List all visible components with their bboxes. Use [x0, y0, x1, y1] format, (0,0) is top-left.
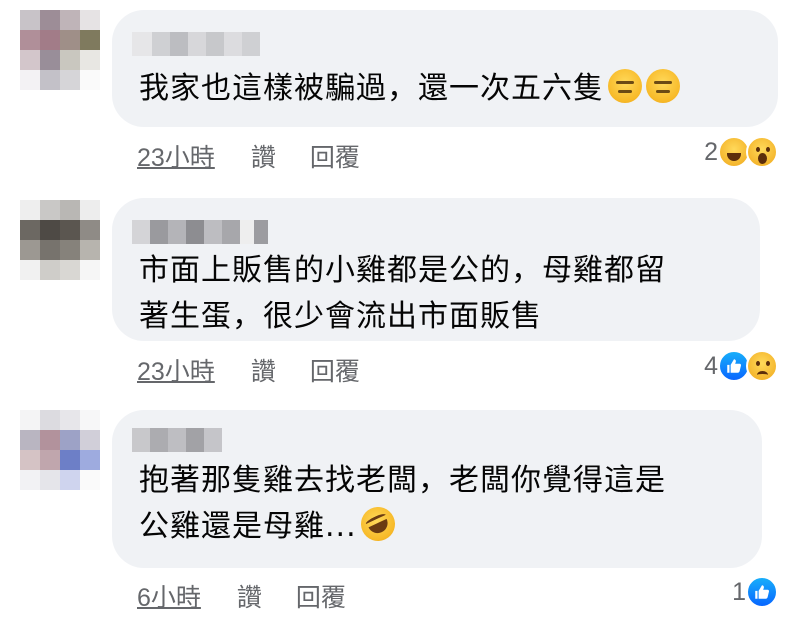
- comment-bubble: 市面上販售的小雞都是公的，母雞都留 著生蛋，很少會流出市面販售: [112, 198, 760, 341]
- timestamp-link[interactable]: 6小時: [137, 578, 201, 614]
- avatar[interactable]: [20, 200, 100, 280]
- expressionless-face-icon: [646, 69, 680, 103]
- reactions-summary[interactable]: 4: [704, 350, 778, 382]
- comment-text: 我家也這樣被騙過，還一次五六隻: [139, 66, 680, 112]
- comment-text-line-1: 市面上販售的小雞都是公的，母雞都留: [139, 253, 666, 288]
- comment-actions: 23小時 讚 回覆: [137, 138, 360, 174]
- reaction-count: 2: [704, 137, 718, 166]
- comment-text-line-1: 抱著那隻雞去找老闆，老闆你覺得這是: [139, 463, 666, 498]
- expressionless-face-icon: [608, 69, 642, 103]
- comment-text-line-2: 公雞還是母雞...: [139, 509, 357, 544]
- thumbs-up-icon: [755, 585, 770, 599]
- like-button[interactable]: 讚: [237, 578, 262, 614]
- timestamp-link[interactable]: 23小時: [137, 352, 215, 388]
- like-reaction-icon: [746, 576, 778, 608]
- reactions-summary[interactable]: 2: [704, 136, 778, 168]
- avatar[interactable]: [20, 10, 100, 90]
- comment-actions: 23小時 讚 回覆: [137, 352, 360, 388]
- like-button[interactable]: 讚: [251, 138, 276, 174]
- comment-bubble: 我家也這樣被騙過，還一次五六隻: [112, 10, 778, 127]
- comment-actions: 6小時 讚 回覆: [137, 578, 346, 614]
- comment-text-line-1: 我家也這樣被騙過，還一次五六隻: [139, 71, 604, 106]
- comment-text: 抱著那隻雞去找老闆，老闆你覺得這是 公雞還是母雞...: [139, 458, 666, 550]
- reaction-count: 4: [704, 351, 718, 380]
- commenter-name-blurred[interactable]: [132, 428, 222, 452]
- timestamp-link[interactable]: 23小時: [137, 138, 215, 174]
- reply-button[interactable]: 回覆: [310, 138, 360, 174]
- reaction-count: 1: [732, 577, 746, 606]
- reply-button[interactable]: 回覆: [296, 578, 346, 614]
- commenter-name-blurred[interactable]: [132, 32, 260, 56]
- comment-text-line-2: 著生蛋，很少會流出市面販售: [139, 299, 542, 334]
- wow-reaction-icon: [746, 136, 778, 168]
- thumbs-up-icon: [727, 359, 742, 373]
- comment-bubble: 抱著那隻雞去找老闆，老闆你覺得這是 公雞還是母雞...: [112, 410, 762, 568]
- reactions-summary[interactable]: 1: [732, 576, 778, 608]
- comment-text: 市面上販售的小雞都是公的，母雞都留 著生蛋，很少會流出市面販售: [139, 248, 666, 340]
- sad-reaction-icon: [746, 350, 778, 382]
- reply-button[interactable]: 回覆: [310, 352, 360, 388]
- rolling-on-floor-laughing-icon: [355, 501, 401, 547]
- avatar[interactable]: [20, 410, 100, 490]
- like-button[interactable]: 讚: [251, 352, 276, 388]
- commenter-name-blurred[interactable]: [132, 220, 268, 244]
